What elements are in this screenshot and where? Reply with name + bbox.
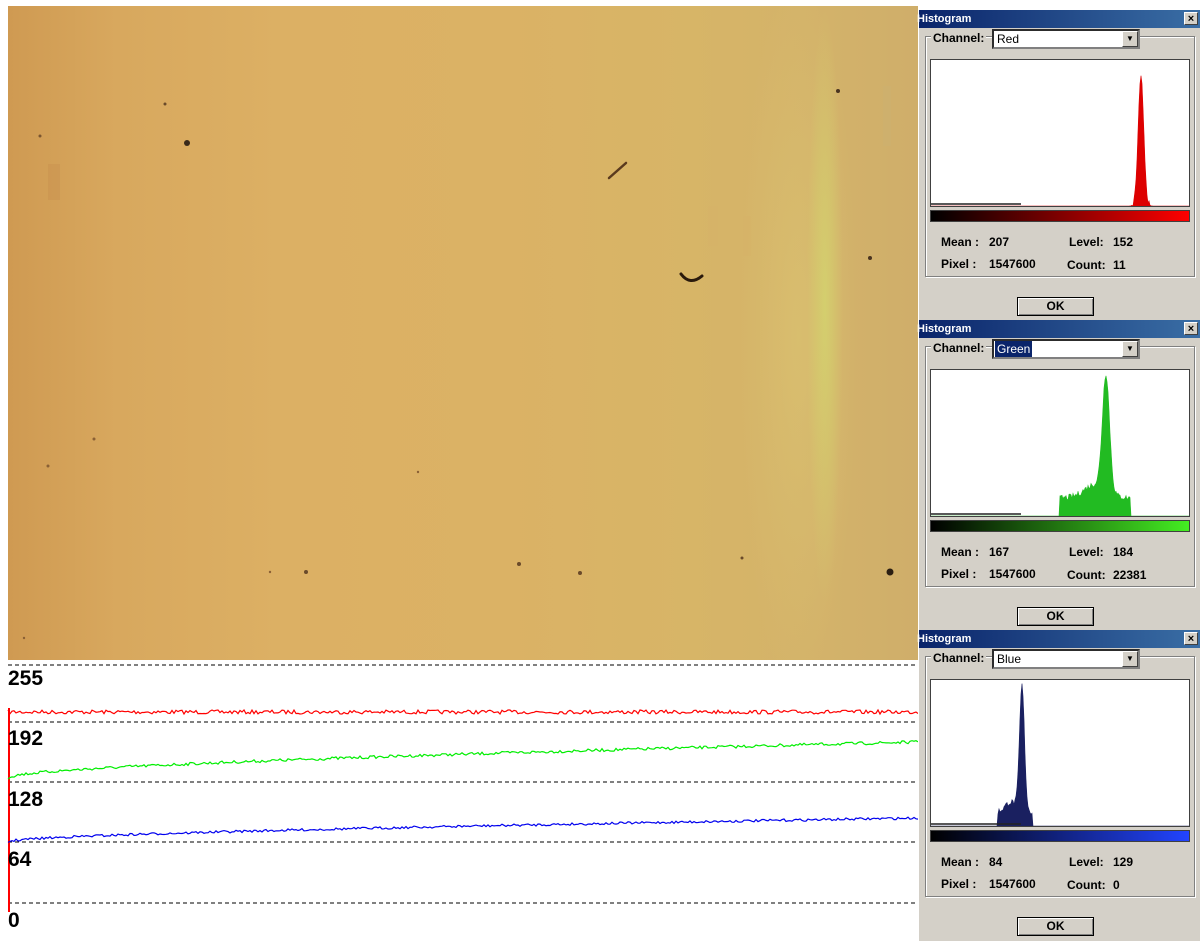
count-label: Count: — [1067, 878, 1106, 892]
mean-value: 84 — [989, 855, 1003, 869]
histogram-plot — [930, 369, 1190, 517]
count-label: Count: — [1067, 258, 1106, 272]
channel-gradient-bar — [930, 520, 1190, 532]
tick-label-64: 64 — [8, 848, 32, 871]
histogram-bars — [931, 75, 1189, 206]
window-title: Histogram — [917, 633, 972, 645]
level-label: Level: — [1069, 235, 1104, 249]
chevron-down-icon[interactable]: ▼ — [1122, 651, 1138, 667]
tick-label-0: 0 — [8, 909, 20, 932]
channel-label: Channel: — [931, 340, 987, 356]
histogram-window-blue: Histogram × Channel: Blue ▼ Mean : 84 Pi… — [917, 630, 1200, 941]
channel-label: Channel: — [931, 30, 987, 46]
ok-button[interactable]: OK — [1017, 297, 1094, 316]
mean-label: Mean : — [941, 855, 980, 869]
histogram-plot — [930, 679, 1190, 827]
title-bar[interactable]: Histogram × — [917, 10, 1200, 28]
pixel-value: 1547600 — [989, 877, 1036, 891]
close-icon[interactable]: × — [1184, 322, 1198, 335]
red-profile-line — [7, 708, 918, 716]
close-icon[interactable]: × — [1184, 12, 1198, 25]
title-bar[interactable]: Histogram × — [917, 320, 1200, 338]
mean-label: Mean : — [941, 235, 980, 249]
close-icon[interactable]: × — [1184, 632, 1198, 645]
tick-label-128: 128 — [8, 788, 44, 811]
window-title: Histogram — [917, 323, 972, 335]
pixel-value: 1547600 — [989, 257, 1036, 271]
channel-label: Channel: — [931, 650, 987, 666]
channel-select[interactable]: Green ▼ — [992, 339, 1140, 359]
ok-button[interactable]: OK — [1017, 607, 1094, 626]
mean-value: 207 — [989, 235, 1010, 249]
histogram-window-red: Histogram × Channel: Red ▼ Mean : 207 Pi… — [917, 10, 1200, 321]
count-value: 22381 — [1113, 568, 1147, 582]
pixel-value: 1547600 — [989, 567, 1036, 581]
tick-label-255: 255 — [8, 667, 44, 690]
histogram-area — [931, 375, 1189, 516]
histogram-plot — [930, 59, 1190, 207]
channel-select[interactable]: Red ▼ — [992, 29, 1140, 49]
chevron-down-icon[interactable]: ▼ — [1122, 341, 1138, 357]
mean-value: 167 — [989, 545, 1010, 559]
level-value: 152 — [1113, 235, 1134, 249]
specimen-debris — [22, 86, 894, 640]
count-value: 0 — [1113, 878, 1120, 892]
count-label: Count: — [1067, 568, 1106, 582]
channel-select[interactable]: Blue ▼ — [992, 649, 1140, 669]
channel-gradient-bar — [930, 830, 1190, 842]
blue-profile-line — [7, 816, 918, 843]
channel-value: Red — [997, 32, 1020, 46]
intensity-profile-plot: 255 192 128 64 0 — [0, 660, 918, 939]
level-label: Level: — [1069, 545, 1104, 559]
specimen-image — [8, 6, 918, 660]
level-value: 129 — [1113, 855, 1134, 869]
count-value: 11 — [1113, 258, 1126, 272]
channel-value: Green — [995, 341, 1033, 357]
pixel-label: Pixel : — [941, 877, 977, 891]
pixel-label: Pixel : — [941, 567, 977, 581]
profile-graph — [7, 664, 918, 912]
window-title: Histogram — [917, 13, 972, 25]
histogram-area — [931, 683, 1189, 826]
tick-label-192: 192 — [8, 727, 44, 750]
channel-gradient-bar — [930, 210, 1190, 222]
level-value: 184 — [1113, 545, 1134, 559]
title-bar[interactable]: Histogram × — [917, 630, 1200, 648]
pixel-label: Pixel : — [941, 257, 977, 271]
histogram-area — [931, 75, 1189, 206]
histogram-bars — [931, 375, 1189, 516]
channel-value: Blue — [997, 652, 1022, 666]
histogram-bars — [931, 683, 1189, 826]
chevron-down-icon[interactable]: ▼ — [1122, 31, 1138, 47]
mean-label: Mean : — [941, 545, 980, 559]
green-profile-line — [7, 740, 918, 780]
level-label: Level: — [1069, 855, 1104, 869]
histogram-window-green: Histogram × Channel: Green ▼ Mean : 167 … — [917, 320, 1200, 631]
ok-button[interactable]: OK — [1017, 917, 1094, 936]
